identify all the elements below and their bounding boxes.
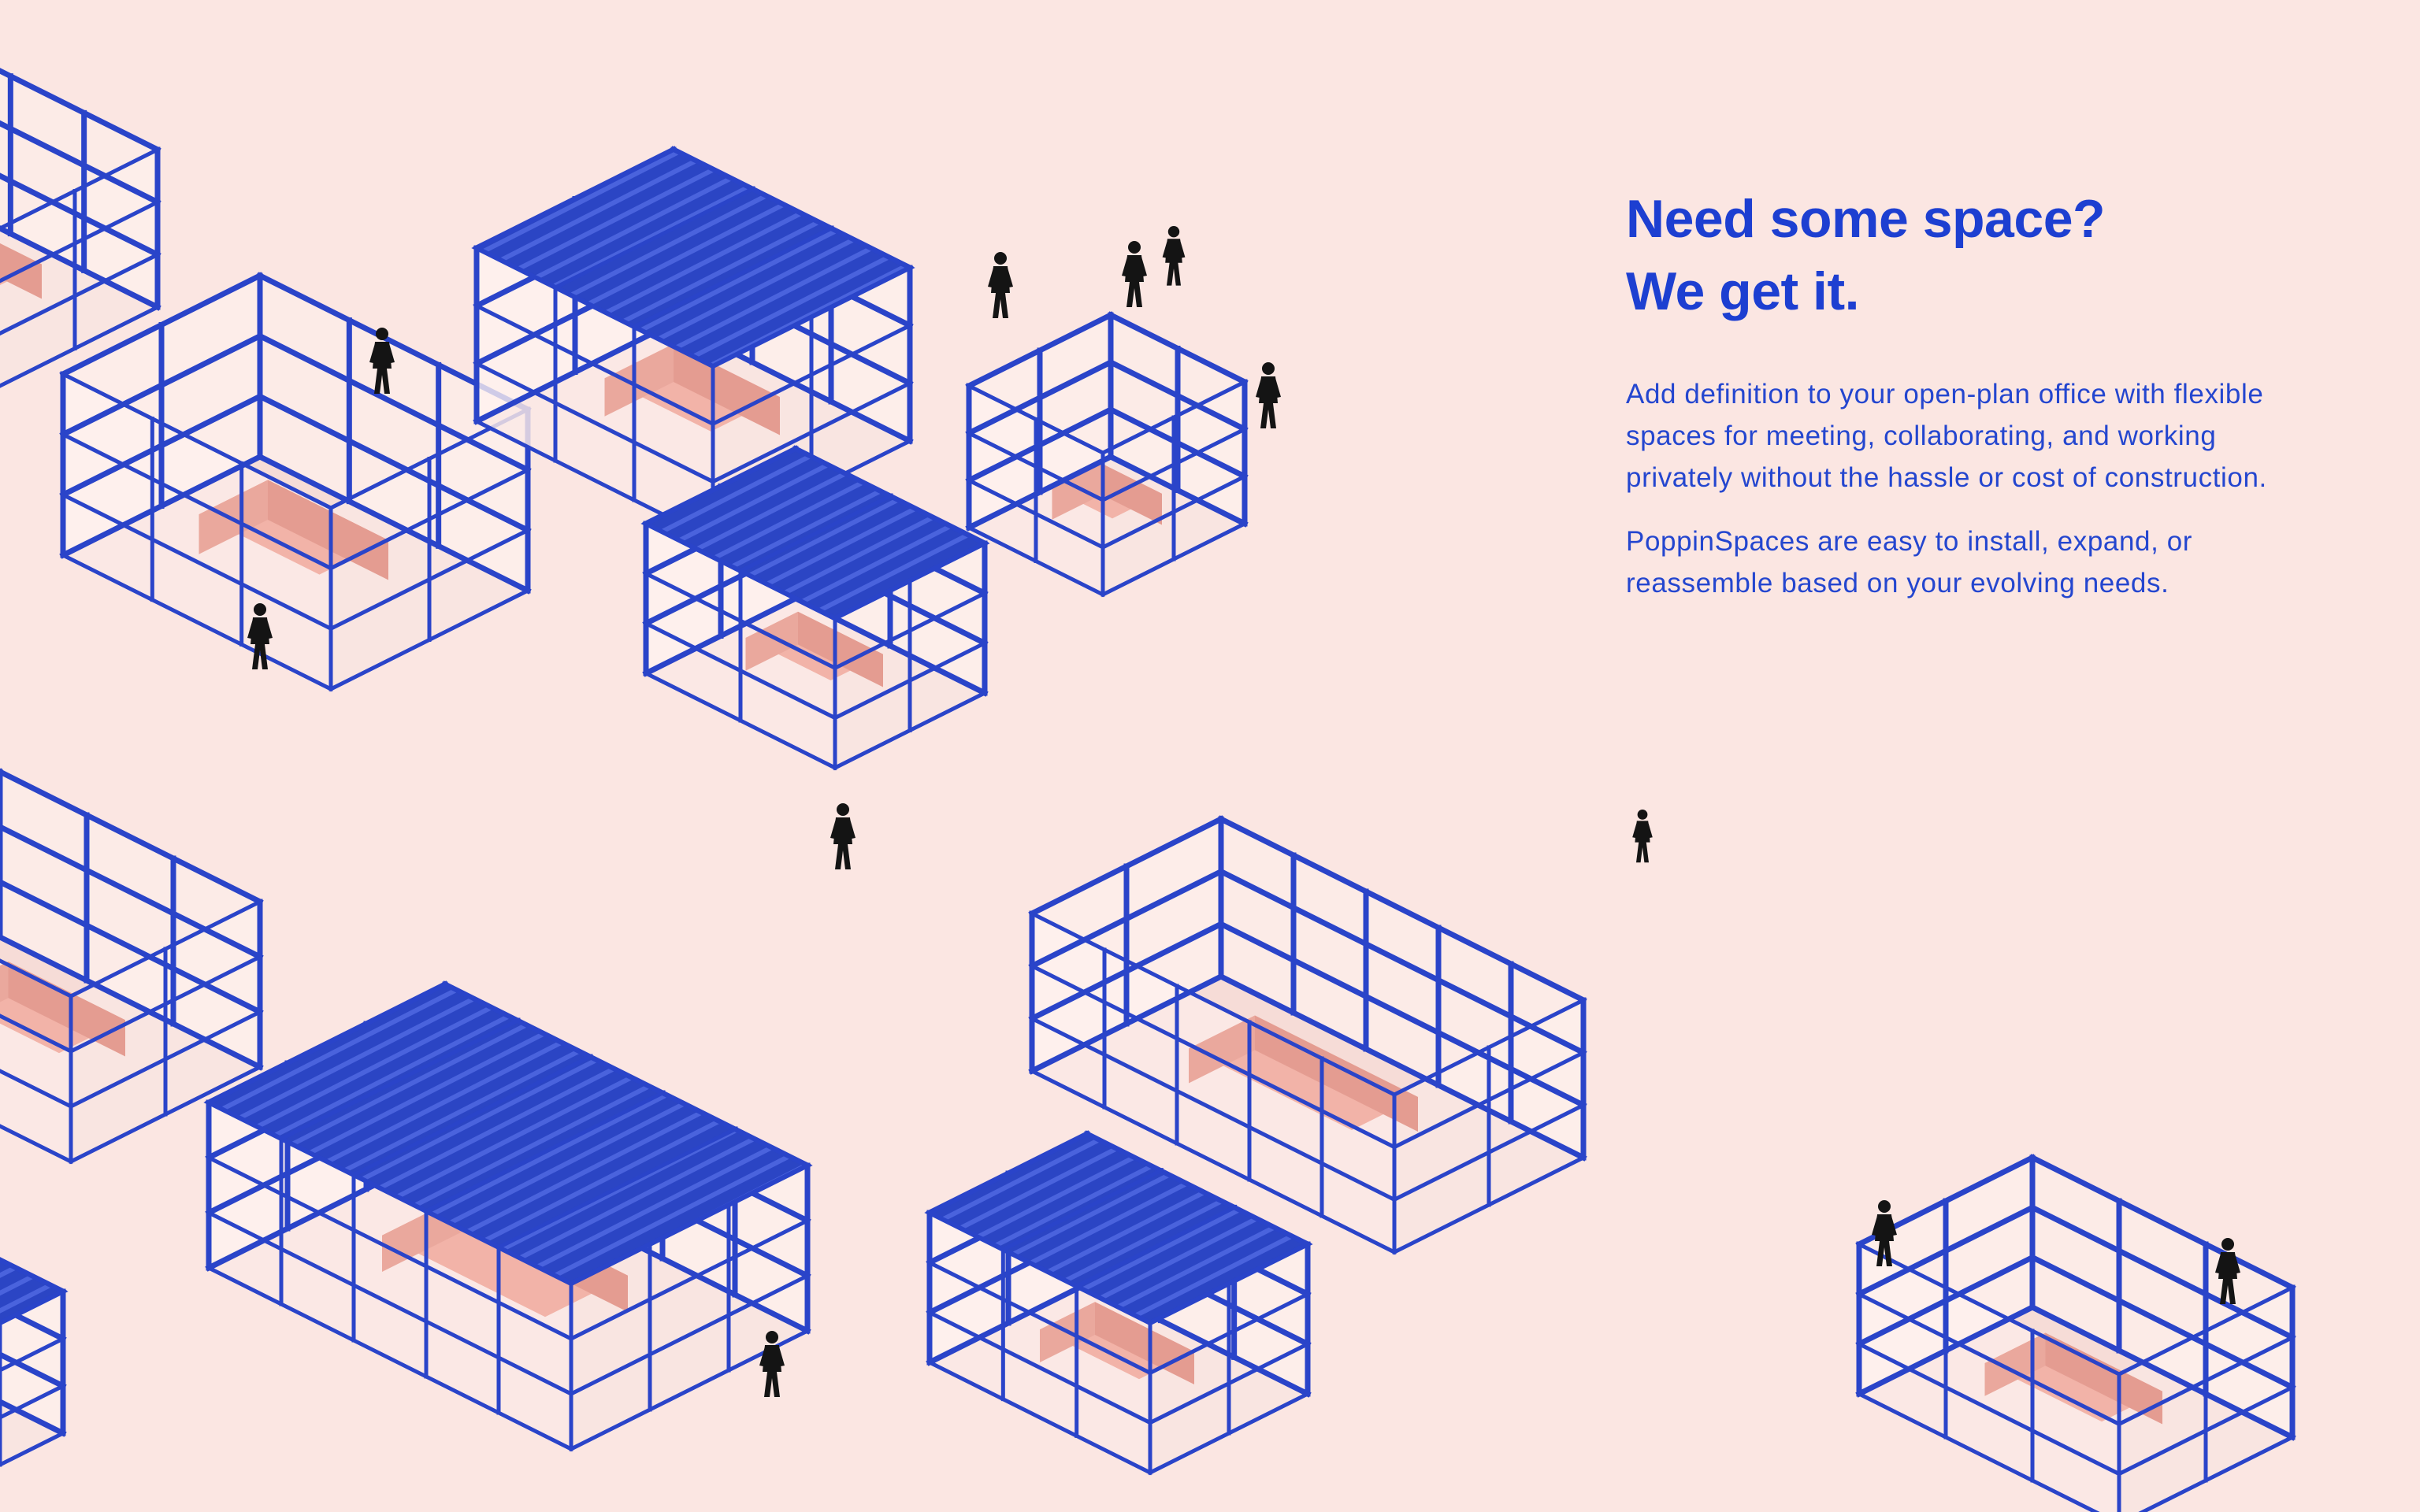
- person-walking-2: [1122, 241, 1147, 307]
- body-paragraph-2: PoppinSpaces are easy to install, expand…: [1626, 526, 2193, 598]
- pod-bottom-center-roofed: [924, 1130, 1313, 1476]
- person-sitting-1: [1256, 362, 1281, 428]
- pod-lower-long-roofed: [203, 980, 813, 1452]
- headline: Need some space? We get it.: [1626, 183, 2303, 328]
- pod-bottom-left-roofed: [0, 1257, 69, 1467]
- pod-top-right-lounge: [965, 311, 1249, 598]
- headline-line-2: We get it.: [1626, 261, 1860, 321]
- pod-center-roofed: [640, 445, 990, 771]
- pod-upper-left-open: [59, 272, 532, 692]
- person-walking-3: [830, 803, 856, 869]
- body-paragraph-1: Add definition to your open-plan office …: [1626, 379, 2267, 493]
- pod-bottom-right: [1855, 1154, 2296, 1512]
- intro-copy: Need some space? We get it. Add definiti…: [1626, 183, 2303, 626]
- person-standing-6: [1632, 810, 1653, 863]
- headline-line-1: Need some space?: [1626, 189, 2106, 249]
- person-standing-2: [988, 252, 1013, 318]
- person-standing-3: [1162, 226, 1186, 286]
